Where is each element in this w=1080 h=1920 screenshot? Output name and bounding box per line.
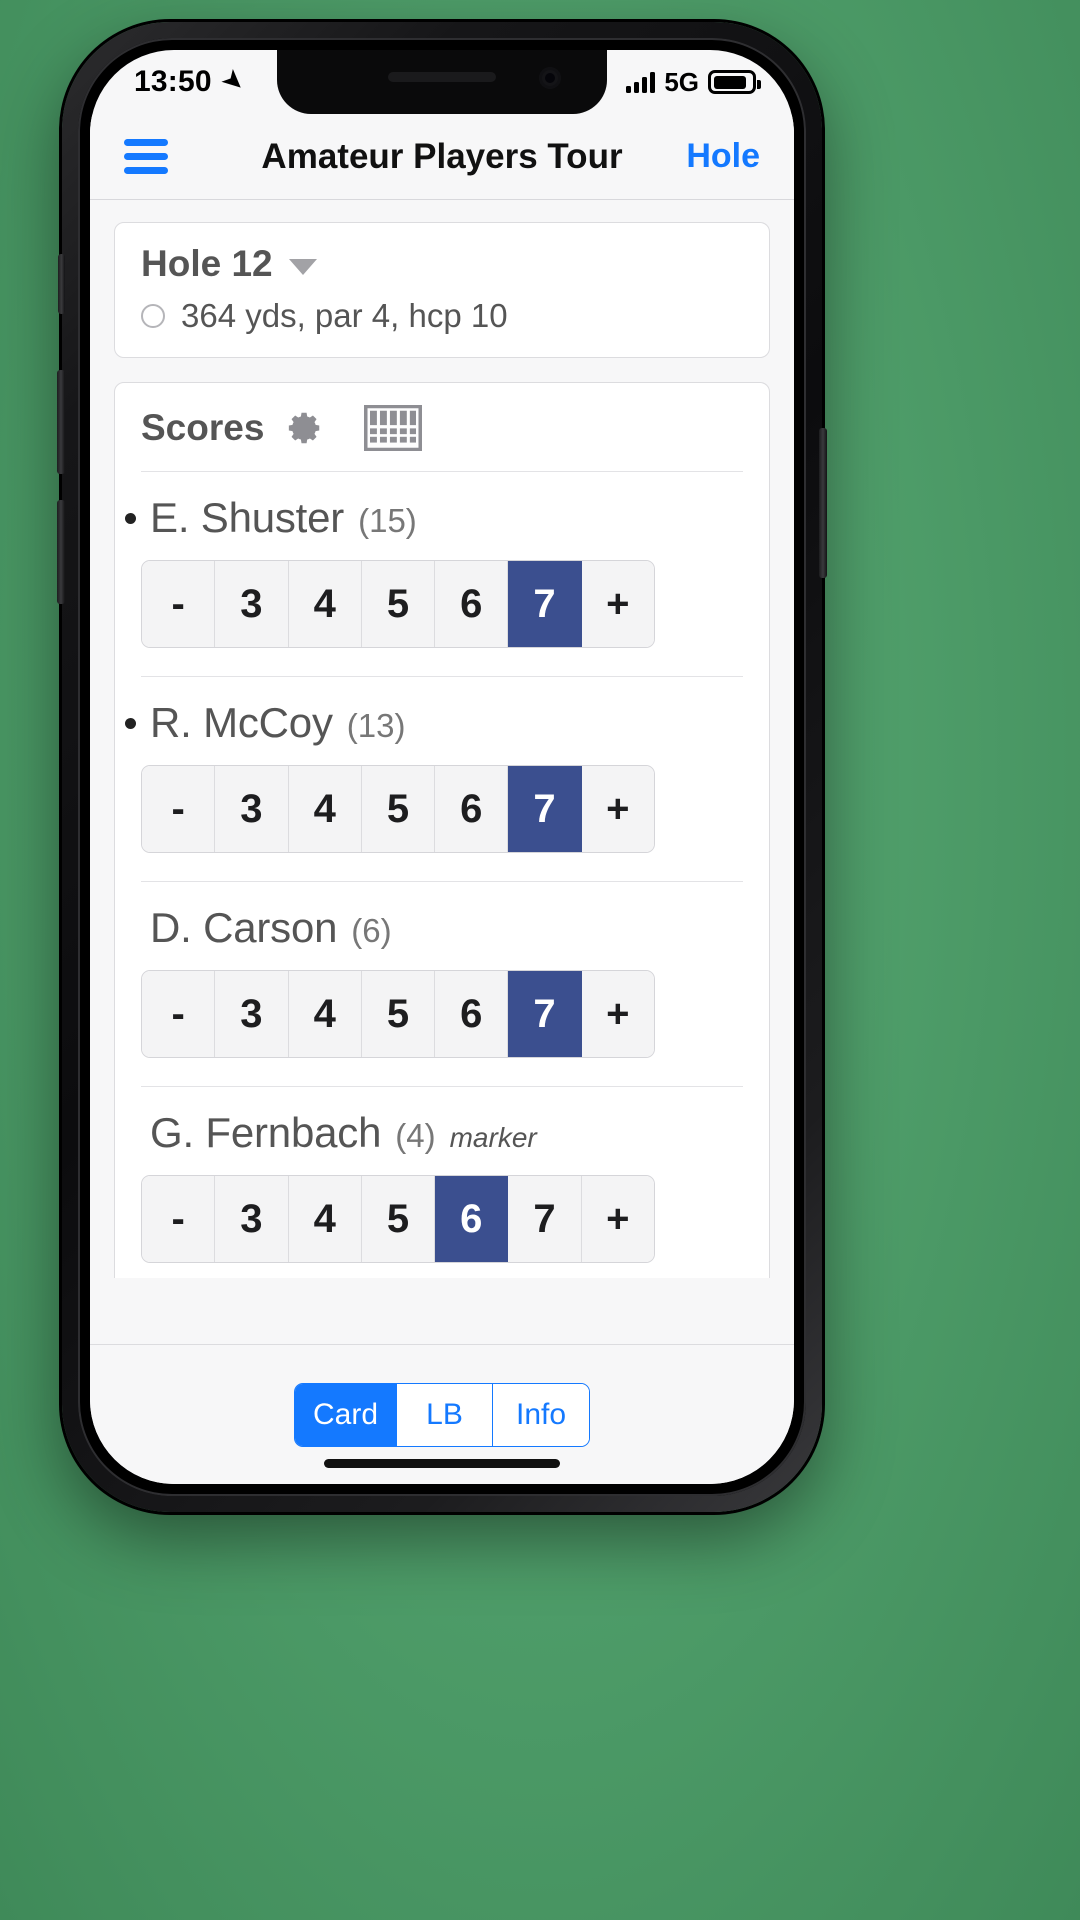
volume-up-button[interactable] <box>57 370 65 474</box>
battery-icon <box>708 70 761 94</box>
player-status-dot-icon <box>125 923 136 934</box>
score-option-3[interactable]: 3 <box>215 766 289 852</box>
player-status-dot-icon <box>125 1128 136 1139</box>
player-score-row: R. McCoy (13) -3 4 5 6 7 + <box>125 677 743 859</box>
player-handicap: (15) <box>358 502 417 539</box>
player-status-dot-icon <box>125 513 136 524</box>
score-option-4[interactable]: 4 <box>288 766 362 852</box>
volume-down-button[interactable] <box>57 500 65 604</box>
player-name-row: G. Fernbach (4) marker <box>125 1109 743 1157</box>
scorecard-grid-icon[interactable] <box>363 403 424 453</box>
hole-detail-text: 364 yds, par 4, hcp 10 <box>181 297 508 334</box>
score-option-increment[interactable]: + <box>581 561 654 647</box>
score-option-decrement[interactable]: - <box>142 1176 216 1262</box>
player-score-row: E. Shuster (15) -3 4 5 6 7 + <box>125 472 743 654</box>
score-option-decrement[interactable]: - <box>142 561 216 647</box>
scores-header: Scores <box>141 403 743 471</box>
hamburger-menu-icon[interactable] <box>124 139 168 174</box>
player-marker-label: marker <box>449 1122 537 1153</box>
score-option-decrement[interactable]: - <box>142 766 216 852</box>
score-option-decrement[interactable]: - <box>142 971 216 1057</box>
score-option-increment[interactable]: + <box>581 1176 654 1262</box>
tab-info[interactable]: Info <box>493 1383 590 1446</box>
hole-nav-action-button[interactable]: Hole <box>686 137 760 176</box>
score-option-5[interactable]: 5 <box>361 766 436 852</box>
score-option-7[interactable]: 7 <box>508 971 582 1057</box>
status-right-group: 5G <box>626 66 761 98</box>
score-option-6[interactable]: 6 <box>435 766 509 852</box>
score-option-3[interactable]: 3 <box>215 1176 289 1262</box>
score-option-5[interactable]: 5 <box>361 971 436 1057</box>
tab-card[interactable]: Card <box>294 1383 398 1446</box>
score-segmented-control: -3 4 5 6 7 + <box>141 765 655 853</box>
view-mode-tabs: Card LB Info <box>293 1382 591 1447</box>
player-name: R. McCoy <box>150 699 333 746</box>
score-option-5[interactable]: 5 <box>361 561 436 647</box>
score-option-4[interactable]: 4 <box>288 971 362 1057</box>
score-option-6[interactable]: 6 <box>435 971 509 1057</box>
score-segmented-control: -3 4 5 6 7 + <box>141 560 655 648</box>
player-handicap: (4) <box>395 1117 436 1154</box>
score-option-7[interactable]: 7 <box>508 561 582 647</box>
score-option-increment[interactable]: + <box>581 766 654 852</box>
player-name-row: R. McCoy (13) <box>125 699 743 747</box>
score-option-7[interactable]: 7 <box>508 1176 582 1262</box>
player-score-row: D. Carson (6) -3 4 5 6 7 + <box>141 882 743 1064</box>
bottom-tab-bar: Card LB Info <box>90 1344 794 1484</box>
front-camera-icon <box>539 67 561 89</box>
tab-lb[interactable]: LB <box>397 1383 494 1446</box>
player-score-row: G. Fernbach (4) marker -3 4 5 6 7 + <box>141 1087 743 1269</box>
player-handicap: (6) <box>351 912 392 949</box>
hole-label: Hole 12 <box>141 243 273 284</box>
hole-info-card: Hole 12 364 yds, par 4, hcp 10 <box>114 222 770 358</box>
gear-icon[interactable] <box>286 409 324 447</box>
score-segmented-control: -3 4 5 6 7 + <box>141 970 655 1058</box>
hole-selector[interactable]: Hole 12 <box>141 243 743 285</box>
location-arrow-icon: ➤ <box>216 63 250 98</box>
chevron-down-icon[interactable] <box>288 259 317 275</box>
score-option-5[interactable]: 5 <box>361 1176 436 1262</box>
player-name: G. Fernbach <box>150 1109 382 1156</box>
cellular-bars-icon <box>626 71 656 93</box>
tee-circle-icon[interactable] <box>141 304 165 328</box>
score-segmented-control: -3 4 5 6 7 + <box>141 1175 655 1263</box>
player-handicap: (13) <box>346 707 406 744</box>
score-option-increment[interactable]: + <box>581 971 654 1057</box>
network-type-label: 5G <box>664 66 699 97</box>
score-option-6[interactable]: 6 <box>435 1176 509 1262</box>
score-option-3[interactable]: 3 <box>215 561 289 647</box>
device-notch <box>277 50 607 114</box>
scores-title: Scores <box>141 407 265 448</box>
phone-screen: 13:50 ➤ 5G Amateur Players Tour Hole Hol… <box>90 50 794 1484</box>
score-option-3[interactable]: 3 <box>215 971 289 1057</box>
player-list: E. Shuster (15) -3 4 5 6 7 + R. McCoy (13) -3 4 5 6 7 +… <box>125 472 743 1269</box>
silent-switch[interactable] <box>58 254 65 314</box>
player-status-dot-icon <box>125 718 136 729</box>
scores-card: Scores E. Shuster (15) - 3 4 5 6 7 + R. … <box>114 382 770 1278</box>
power-button[interactable] <box>819 428 827 578</box>
player-name-row: E. Shuster (15) <box>125 494 743 542</box>
score-option-7[interactable]: 7 <box>508 766 582 852</box>
hole-detail-row: 364 yds, par 4, hcp 10 <box>141 297 743 335</box>
earpiece-speaker-icon <box>388 72 496 82</box>
phone-device-frame: 13:50 ➤ 5G Amateur Players Tour Hole Hol… <box>57 22 827 1512</box>
app-navigation-bar: Amateur Players Tour Hole <box>90 114 794 200</box>
score-option-4[interactable]: 4 <box>288 561 362 647</box>
home-indicator[interactable] <box>324 1459 560 1468</box>
status-time: 13:50 <box>134 65 212 98</box>
player-name-row: D. Carson (6) <box>125 904 743 952</box>
player-name: E. Shuster <box>150 494 345 541</box>
scroll-content: Hole 12 364 yds, par 4, hcp 10 Scores E.… <box>90 200 794 1278</box>
score-option-6[interactable]: 6 <box>435 561 509 647</box>
score-option-4[interactable]: 4 <box>288 1176 362 1262</box>
player-name: D. Carson <box>150 904 338 951</box>
